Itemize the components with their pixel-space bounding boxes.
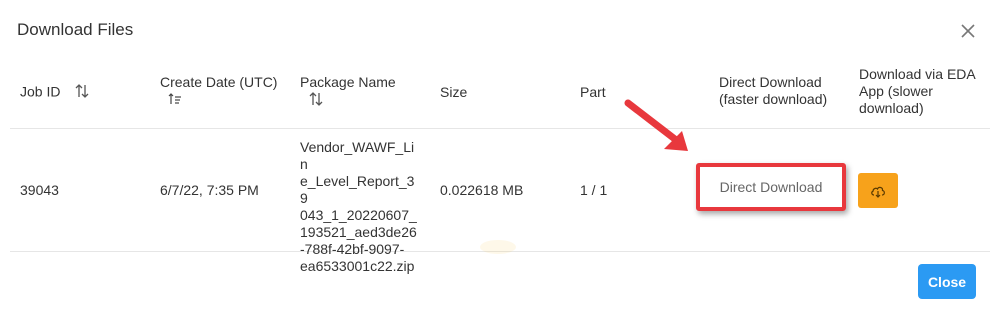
cloud-download-icon xyxy=(871,186,885,198)
header-create-date-label: Create Date (UTC) xyxy=(160,74,278,90)
direct-download-button[interactable]: Direct Download xyxy=(700,167,842,207)
close-button[interactable]: Close xyxy=(918,264,976,299)
cell-part: 1 / 1 xyxy=(580,182,608,198)
header-package-name: Package Name xyxy=(300,74,396,111)
close-icon[interactable] xyxy=(957,20,979,42)
header-create-date: Create Date (UTC) xyxy=(160,74,277,109)
cell-size: 0.022618 MB xyxy=(440,182,524,198)
package-name-line: -788f-42bf-9097- xyxy=(300,241,405,257)
cell-create-date: 6/7/22, 7:35 PM xyxy=(160,182,259,198)
package-name-line: e_Level_Report_39 xyxy=(300,173,415,206)
sort-icon[interactable] xyxy=(308,91,324,111)
dialog-title: Download Files xyxy=(17,20,134,39)
header-part: Part xyxy=(580,84,606,100)
header-direct-download-line2: (faster download) xyxy=(719,91,828,107)
sort-ascending-icon[interactable] xyxy=(168,92,182,109)
header-direct-download-line1: Direct Download xyxy=(719,74,822,90)
files-table: Job ID Create Date (UTC) Package Name Si… xyxy=(10,60,990,274)
header-job-id: Job ID xyxy=(20,83,90,103)
package-name-line: Vendor_WAWF_Lin xyxy=(300,139,415,172)
header-size: Size xyxy=(440,84,468,100)
header-eda-line2: App (slower xyxy=(859,83,933,99)
package-name-line: 043_1_20220607_ xyxy=(300,207,417,223)
eda-download-button[interactable] xyxy=(858,173,898,208)
header-eda-line3: download) xyxy=(859,100,924,116)
header-job-id-label: Job ID xyxy=(20,83,61,100)
header-package-name-label: Package Name xyxy=(300,74,396,90)
header-eda-line1: Download via EDA xyxy=(859,66,976,82)
header-direct-download: Direct Download (faster download) xyxy=(719,74,827,108)
package-name-line: ea6533001c22.zip xyxy=(300,258,415,274)
header-eda-download: Download via EDA App (slower download) xyxy=(859,66,976,117)
download-files-dialog: Download Files Job ID Create Date (UTC) xyxy=(0,0,995,309)
table-row: 39043 6/7/22, 7:35 PM Vendor_WAWF_Lin e_… xyxy=(10,129,990,274)
cell-job-id: 39043 xyxy=(20,182,59,198)
direct-download-highlight: Direct Download xyxy=(696,163,846,211)
cell-package-name: Vendor_WAWF_Lin e_Level_Report_39 043_1_… xyxy=(300,139,418,275)
annotation-arrow-icon xyxy=(624,99,688,151)
watermark-shape xyxy=(480,240,516,254)
table-header-row: Job ID Create Date (UTC) Package Name Si… xyxy=(10,60,990,129)
sort-icon[interactable] xyxy=(74,83,90,103)
package-name-line: 193521_aed3de26 xyxy=(300,224,417,240)
